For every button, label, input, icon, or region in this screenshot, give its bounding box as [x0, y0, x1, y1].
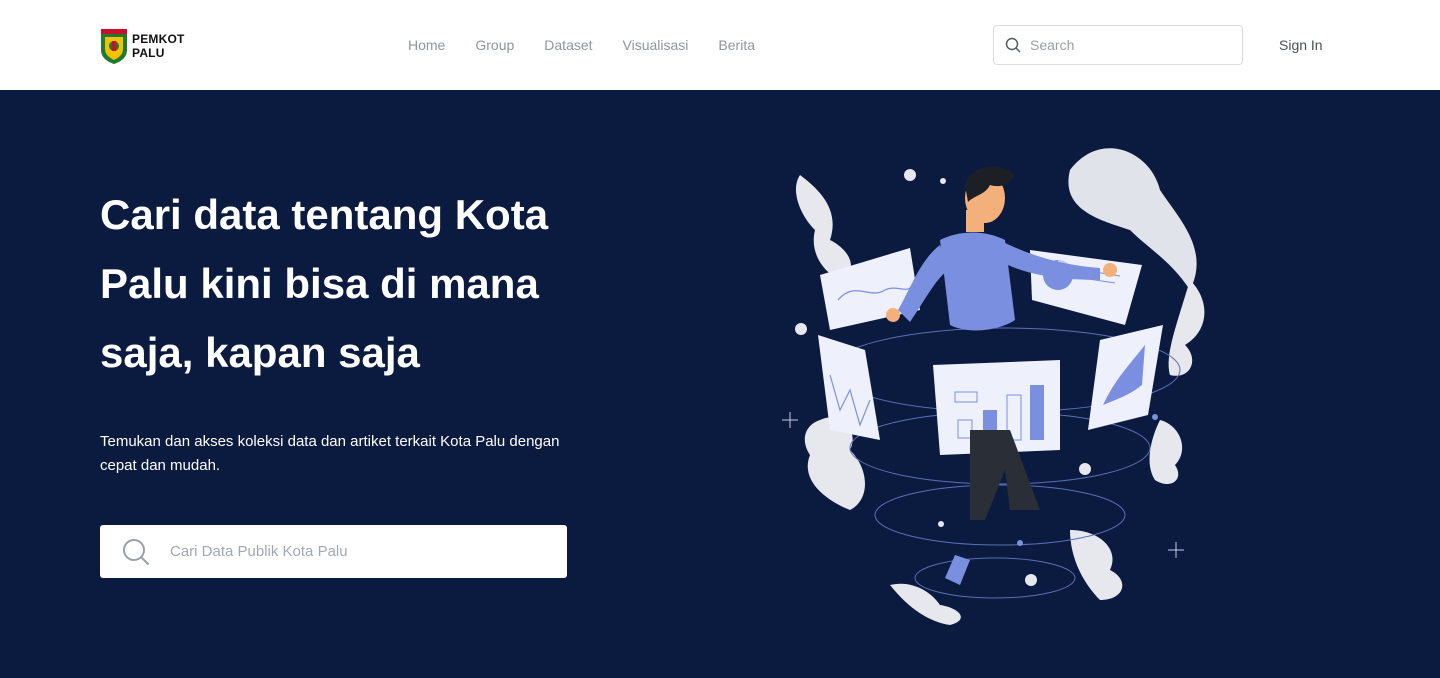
hero-title: Cari data tentang Kota Palu kini bisa di…: [100, 180, 580, 387]
nav-home[interactable]: Home: [408, 36, 445, 54]
logo-text: PEMKOT PALU: [132, 32, 185, 60]
header-search-input[interactable]: [1030, 37, 1220, 53]
hero-search-input[interactable]: [170, 543, 530, 560]
nav-dataset[interactable]: Dataset: [544, 36, 592, 54]
person-with-charts-illustration: [782, 148, 1205, 625]
hero-title-line1: Cari data tentang Kota: [100, 191, 549, 238]
logo-text-line2: PALU: [132, 46, 165, 60]
header-search[interactable]: [993, 25, 1243, 65]
logo-emblem-icon: [101, 29, 127, 64]
hero-title-line2: Palu kini bisa di mana: [100, 260, 539, 307]
nav-berita[interactable]: Berita: [718, 36, 755, 54]
sign-in-link[interactable]: Sign In: [1279, 36, 1323, 54]
logo-text-line1: PEMKOT: [132, 32, 185, 46]
top-header: PEMKOT PALU Home Group Dataset Visualisa…: [0, 0, 1440, 90]
search-icon: [1005, 37, 1021, 53]
search-icon-large: [123, 538, 149, 565]
hero-section: Cari data tentang Kota Palu kini bisa di…: [0, 90, 1440, 678]
hero-subtitle: Temukan dan akses koleksi data dan artik…: [100, 433, 560, 474]
hero-title-line3: saja, kapan saja: [100, 329, 420, 376]
nav-group[interactable]: Group: [475, 36, 514, 54]
hero-search-box[interactable]: [100, 525, 567, 578]
nav-visualisasi[interactable]: Visualisasi: [623, 36, 689, 54]
main-nav: Home Group Dataset Visualisasi Berita: [408, 36, 755, 54]
logo[interactable]: PEMKOT PALU: [100, 28, 185, 64]
